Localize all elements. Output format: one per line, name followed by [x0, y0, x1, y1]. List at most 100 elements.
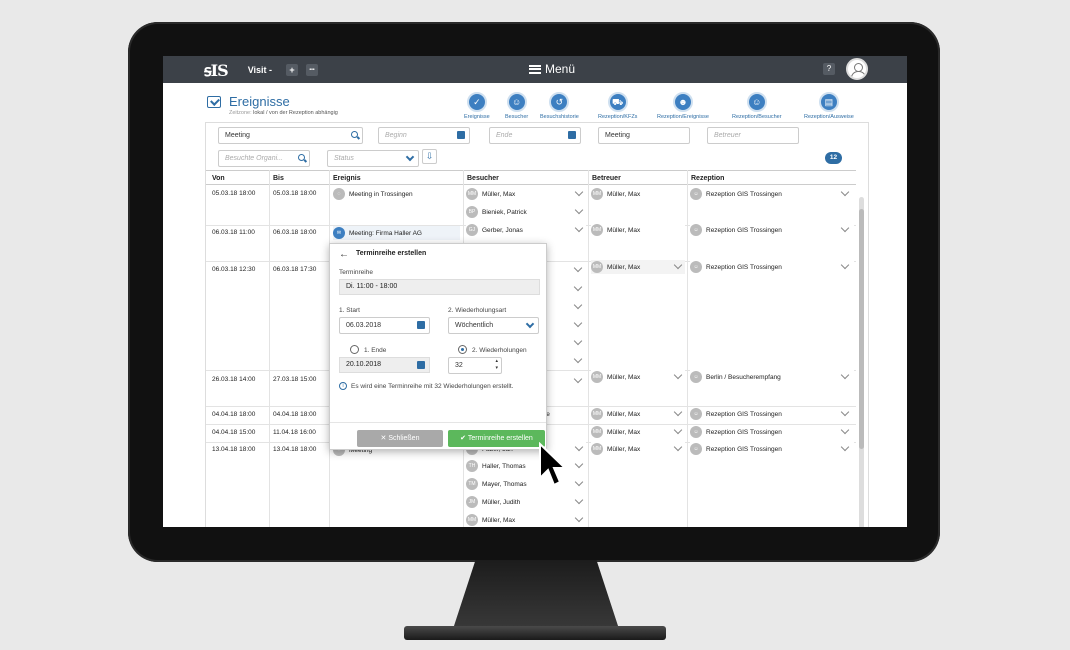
row5-von: 04.04.18 18:00: [212, 411, 256, 418]
create-series-button[interactable]: ✔ Terminreihe erstellen: [448, 430, 545, 447]
back-arrow-icon[interactable]: ←: [339, 249, 349, 260]
row4-reception[interactable]: ☺ Berlin / Besucherempfang: [690, 370, 854, 384]
search-icon: [298, 154, 305, 161]
nav-rezeption-ereignisse[interactable]: ☻ Rezeption/Ereignisse: [657, 92, 709, 120]
status-select[interactable]: Status: [327, 150, 419, 167]
logo: ꟊIS: [204, 60, 229, 80]
user-avatar[interactable]: [846, 58, 868, 80]
row3-host[interactable]: MM Müller, Max: [591, 260, 685, 274]
main-menu-button[interactable]: Menü: [529, 62, 575, 76]
row1-reception[interactable]: ☺ Rezeption GIS Trossingen: [690, 187, 854, 201]
end-date-radio[interactable]: [350, 345, 359, 354]
visitor-icon: ☺: [506, 92, 527, 112]
row1-von: 05.03.18 18:00: [212, 190, 256, 197]
app-screen: ꟊIS Visit - + ••• Menü ? Ereignisse Zeit…: [163, 56, 907, 527]
calendar-icon: [417, 361, 425, 369]
table-header: Von Bis Ereignis Besucher Betreuer Rezep…: [206, 170, 856, 185]
row1-event[interactable]: ◌ Meeting in Trossingen: [333, 187, 460, 201]
reception-events-icon: ☻: [672, 92, 693, 112]
event-icon: ◌: [333, 188, 345, 200]
help-button[interactable]: ?: [823, 63, 835, 75]
row7-visitor2[interactable]: TH Haller, Thomas: [466, 459, 586, 473]
row5-bis: 04.04.18 18:00: [273, 411, 317, 418]
end-date-input[interactable]: 20.10.2018: [339, 357, 430, 373]
event-icon: ✉: [333, 227, 345, 239]
row7-host[interactable]: MM Müller, Max: [591, 442, 685, 456]
row2-visitor1[interactable]: GJ Gerber, Jonas: [466, 223, 586, 237]
row5-host[interactable]: MM Müller, Max: [591, 407, 685, 421]
search-input[interactable]: Meeting: [218, 127, 363, 144]
monitor-base: [404, 626, 666, 640]
table-scrollbar[interactable]: [859, 197, 864, 527]
row2-bis: 06.03.18 18:00: [273, 229, 317, 236]
row1-bis: 05.03.18 18:00: [273, 190, 317, 197]
row7-visitor5[interactable]: MM Müller, Max: [466, 513, 586, 527]
orgs-input[interactable]: Besuchte Organi...: [218, 150, 310, 167]
nav-besucher[interactable]: ☺ Besucher: [505, 92, 528, 120]
row6-von: 04.04.18 15:00: [212, 429, 256, 436]
calendar-icon: [417, 321, 425, 329]
close-button[interactable]: ✕ Schließen: [357, 430, 443, 447]
row1-visitor2[interactable]: BP Bieniek, Patrick: [466, 205, 586, 219]
badge-icon: ▤: [818, 92, 839, 112]
row7-reception[interactable]: ☺ Rezeption GIS Trossingen: [690, 442, 854, 456]
chevron-down-icon: [405, 152, 415, 162]
row6-host[interactable]: MM Müller, Max: [591, 425, 685, 439]
menu-label: Menü: [545, 62, 576, 76]
event-type-input[interactable]: Meeting: [598, 127, 690, 144]
reception-visitor-icon: ☺: [746, 92, 767, 112]
row3-reception[interactable]: ☺ Rezeption GIS Trossingen: [690, 260, 854, 274]
reception-icon: ☺: [690, 188, 702, 200]
end-date-input[interactable]: Ende: [489, 127, 581, 144]
row7-von: 13.04.18 18:00: [212, 446, 256, 453]
begin-date-input[interactable]: Beginn: [378, 127, 470, 144]
row7-visitor4[interactable]: JM Müller, Judith: [466, 495, 586, 509]
host-input[interactable]: Betreuer: [707, 127, 799, 144]
result-count-badge: 12: [825, 152, 842, 164]
row7-visitor3[interactable]: TM Mayer, Thomas: [466, 477, 586, 491]
more-button[interactable]: •••: [306, 63, 319, 76]
search-icon: [351, 131, 358, 138]
page-title: Ereignisse: [229, 94, 290, 109]
nav-ereignisse[interactable]: ✓ Ereignisse: [464, 92, 490, 120]
visit-dropdown[interactable]: Visit -: [248, 65, 272, 75]
add-button[interactable]: +: [286, 63, 299, 76]
info-icon: i: [339, 382, 347, 390]
top-bar: ꟊIS Visit - + ••• Menü ?: [163, 56, 907, 83]
monitor-stand: [452, 560, 620, 632]
repeat-type-select[interactable]: Wöchentlich: [448, 317, 539, 334]
row2-reception[interactable]: ☺ Rezeption GIS Trossingen: [690, 223, 854, 237]
timezone-note: Zeitzone: lokal / von der Rezeption abhä…: [229, 110, 338, 116]
nav-rezeption-besucher[interactable]: ☺ Rezeption/Besucher: [732, 92, 782, 120]
repetitions-stepper[interactable]: 32 ▴ ▾: [448, 357, 502, 374]
calendar-icon: [568, 131, 576, 139]
chevron-down-icon: [525, 319, 535, 329]
info-text: Es wird eine Terminreihe mit 32 Wiederho…: [351, 383, 514, 390]
row6-reception[interactable]: ☺ Rezeption GIS Trossingen: [690, 425, 854, 439]
history-icon: ↺: [549, 92, 570, 112]
series-display: Di. 11:00 - 18:00: [339, 279, 540, 295]
export-icon[interactable]: ⇩: [422, 149, 437, 164]
repetitions-radio[interactable]: [458, 345, 467, 354]
nav-rezeption-kfzs[interactable]: ⛟ Rezeption/KFZs: [598, 92, 637, 120]
nav-rezeption-ausweise[interactable]: ▤ Rezeption/Ausweise: [804, 92, 854, 120]
row4-von: 26.03.18 14:00: [212, 376, 256, 383]
row7-bis: 13.04.18 18:00: [273, 446, 317, 453]
row1-host[interactable]: MM Müller, Max: [591, 187, 685, 201]
row3-bis: 06.03.18 17:30: [273, 266, 317, 273]
start-date-input[interactable]: 06.03.2018: [339, 317, 430, 334]
row4-host[interactable]: MM Müller, Max: [591, 370, 685, 384]
row5-reception[interactable]: ☺ Rezeption GIS Trossingen: [690, 407, 854, 421]
calendar-icon: [457, 131, 465, 139]
dialog-title: Terminreihe erstellen: [356, 250, 427, 257]
row2-host[interactable]: MM Müller, Max: [591, 223, 685, 237]
hamburger-icon: [529, 64, 541, 74]
row3-von: 06.03.18 12:30: [212, 266, 256, 273]
row6-bis: 11.04.18 16:00: [273, 429, 316, 436]
row1-visitor1[interactable]: MM Müller, Max: [466, 187, 586, 201]
events-icon: ✓: [466, 92, 487, 112]
row2-event[interactable]: ✉ Meeting: Firma Haller AG: [333, 226, 460, 240]
mouse-cursor-icon: [539, 442, 568, 487]
series-dialog: ← Terminreihe erstellen Terminreihe Di. …: [329, 243, 547, 450]
nav-besuchshistorie[interactable]: ↺ Besuchshistorie: [540, 92, 579, 120]
